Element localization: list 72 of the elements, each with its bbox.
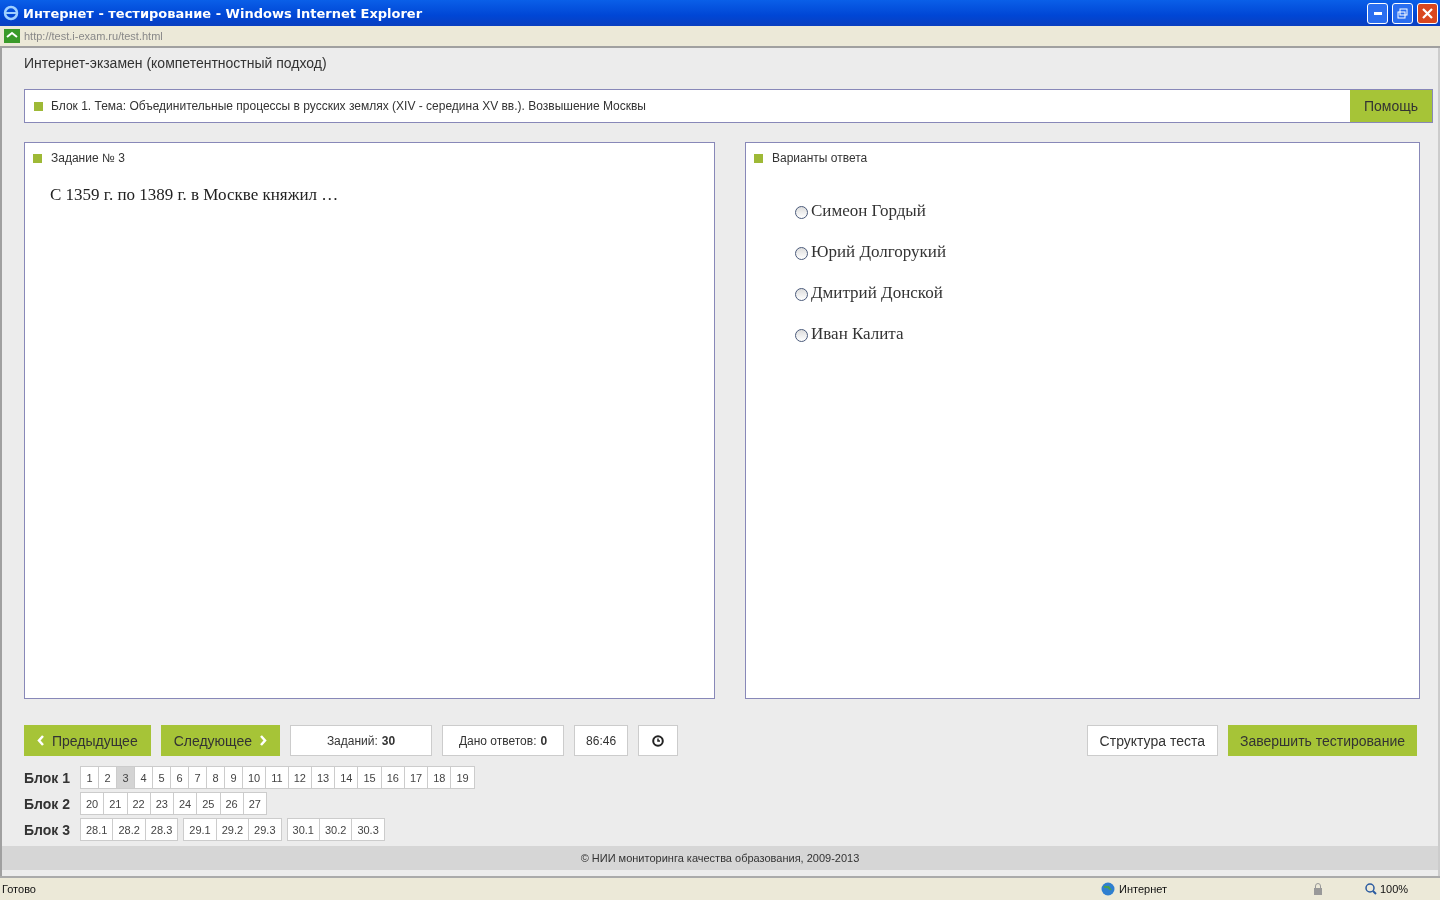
minimize-button[interactable] (1367, 2, 1388, 24)
clock-button[interactable] (638, 725, 679, 756)
previous-button[interactable]: Предыдущее (24, 725, 151, 756)
task-number[interactable]: 28.1 (80, 818, 114, 841)
square-icon (34, 101, 43, 111)
task-number[interactable]: 29.1 (183, 818, 217, 841)
task-number[interactable]: 28.2 (112, 818, 146, 841)
task-number[interactable]: 29.2 (215, 818, 250, 841)
restore-button[interactable] (1392, 2, 1413, 24)
structure-button[interactable]: Структура теста (1086, 725, 1218, 756)
close-icon (1422, 7, 1433, 19)
task-number[interactable]: 19 (450, 766, 475, 789)
next-button[interactable]: Следующее (160, 725, 281, 756)
square-icon (754, 153, 763, 163)
task-number[interactable]: 14 (334, 766, 359, 789)
tasks-counter: Заданий: 30 (290, 725, 433, 756)
panel-heading: Варианты ответа (772, 151, 868, 165)
task-number[interactable]: 16 (380, 766, 405, 789)
status-text: Готово (1, 883, 37, 895)
page-title: Интернет-экзамен (компетентностный подход) (24, 54, 328, 73)
globe-icon (1101, 882, 1115, 896)
task-number[interactable]: 25 (196, 792, 221, 815)
task-number[interactable]: 30.1 (286, 818, 320, 841)
task-number[interactable]: 20 (80, 792, 105, 815)
task-number[interactable]: 29.3 (248, 818, 282, 841)
minimize-icon (1373, 11, 1382, 15)
url-text: http://test.i-exam.ru/test.html (24, 30, 163, 42)
task-number[interactable]: 28.3 (144, 818, 179, 841)
answer-option: Юрий Долгорукий (811, 242, 947, 262)
square-icon (33, 153, 42, 163)
task-number[interactable]: 10 (242, 766, 267, 789)
radio-button[interactable] (795, 206, 808, 219)
browser-logo-icon (3, 5, 19, 21)
zoom-icon (1365, 883, 1377, 895)
task-number[interactable]: 12 (287, 766, 312, 789)
finish-button[interactable]: Завершить тестирование (1228, 725, 1417, 756)
timer: 86:46 (574, 725, 629, 756)
zoom-level[interactable]: 100% (1380, 883, 1440, 895)
restore-icon (1397, 7, 1408, 19)
task-number[interactable]: 24 (173, 792, 198, 815)
lock-icon (1311, 882, 1325, 896)
window-title: Интернет - тестирование - Windows Internet Explorer (23, 5, 424, 21)
answer-option: Симеон Гордый (811, 201, 926, 221)
block-label: Блок 1 (24, 769, 71, 786)
task-number[interactable]: 15 (357, 766, 382, 789)
chevron-right-icon (260, 735, 268, 746)
task-number[interactable]: 30.2 (318, 818, 353, 841)
answers-counter: Дано ответов: 0 (442, 725, 565, 756)
question-text: С 1359 г. по 1389 г. в Москве княжил … (50, 185, 340, 205)
footer-text: © НИИ мониторинга качества образования, 2009-2013 (2, 846, 1438, 870)
close-button[interactable] (1417, 2, 1438, 24)
task-number[interactable]: 26 (219, 792, 244, 815)
task-number[interactable]: 11 (265, 766, 289, 789)
answer-option: Дмитрий Донской (811, 283, 943, 303)
task-number[interactable]: 22 (126, 792, 151, 815)
answer-option: Иван Калита (811, 324, 904, 344)
task-number[interactable]: 18 (427, 766, 452, 789)
help-button[interactable]: Помощь (1349, 90, 1432, 122)
topic-text: Блок 1. Тема: Объединительные процессы в русских землях (XIV - середина XV вв.). Возвышение Москвы (51, 99, 647, 113)
task-number[interactable]: 27 (242, 792, 267, 815)
radio-button[interactable] (795, 247, 808, 260)
panel-heading: Задание № 3 (51, 151, 125, 165)
task-number[interactable]: 21 (103, 792, 128, 815)
chevron-left-icon (37, 735, 44, 746)
zone-text: Интернет (1119, 883, 1167, 895)
clock-icon (652, 734, 665, 747)
block-label: Блок 3 (24, 821, 71, 838)
radio-button[interactable] (795, 288, 808, 301)
task-number[interactable]: 30.3 (351, 818, 385, 841)
radio-button[interactable] (795, 329, 808, 342)
page-icon (4, 29, 20, 43)
block-label: Блок 2 (24, 795, 71, 812)
